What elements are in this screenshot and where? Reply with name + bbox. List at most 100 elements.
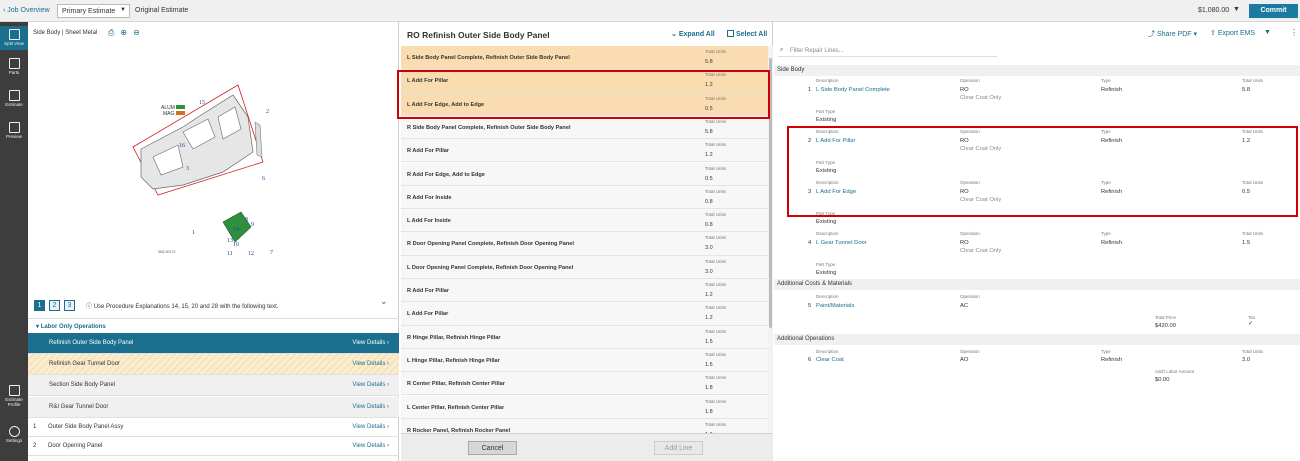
part-row[interactable]: 2 Door Opening Panel View Details › [28,437,399,456]
nav-preview[interactable]: Preview [0,122,28,139]
callout-3[interactable]: 3 [186,166,189,172]
total-units-value: 1.2 [705,152,713,159]
estimate-select[interactable]: Primary Estimate ▼ [57,4,130,18]
labor-only-title: Labor Only Operations [40,324,106,330]
diagram-code: 3N2-00173 [158,250,175,254]
callout-10[interactable]: 10 [233,242,239,248]
part-label: Outer Side Body Panel Assy [48,424,124,430]
addl-labor-label: Add'l Labor Amount [1155,369,1195,374]
operation-row[interactable]: R Side Body Panel Complete, Refinish Out… [401,115,768,140]
estimate-profile-icon [8,385,20,396]
callout-7[interactable]: 7 [270,250,273,256]
line-units: 3.0 [1242,357,1251,363]
nav-parts[interactable]: Parts [0,58,28,75]
total-units-value: 1.8 [705,385,713,392]
callout-15[interactable]: 15 [199,100,205,106]
callout-16[interactable]: 16 [179,143,185,149]
view-details-link[interactable]: View Details › [352,382,389,388]
line-operation-sub: Clear Coat Only [960,95,1002,101]
line-description-link[interactable]: Clear Coat [816,357,844,363]
cancel-button[interactable]: Cancel [468,441,517,455]
total-units-label: Total Units [705,375,727,381]
labor-only-section-header[interactable]: ▾ Labor Only Operations [28,318,399,334]
select-all-checkbox[interactable]: Select All [727,30,767,38]
tax-check-icon: ✓ [1248,321,1253,327]
operation-row[interactable]: L Add For Inside Total Units 0.8 [401,209,768,233]
print-icon[interactable]: ⎙ [108,28,114,37]
nav-split-view[interactable]: Split View [0,26,28,50]
callout-12[interactable]: 12 [248,251,254,257]
view-details-link[interactable]: View Details › [352,424,389,430]
operation-row[interactable]: R Hinge Pillar, Refinish Hinge Pillar Tot… [401,325,768,349]
labor-op-refinish-gear-tunnel[interactable]: Refinish Gear Tunnel Door View Details › [28,354,399,375]
view-details-link[interactable]: View Details › [352,404,389,410]
line-description-link[interactable]: L Side Body Panel Complete [816,87,890,93]
callout-11[interactable]: 11 [227,251,233,257]
total-units-label: Total Units [705,328,727,334]
page-button-1[interactable]: 1 [34,300,45,311]
share-pdf-button[interactable]: ⤴ Share PDF ▾ [1148,29,1197,39]
collapse-chevron-icon[interactable]: ⌄ [380,296,388,307]
callout-1[interactable]: 1 [192,230,195,236]
operation-row[interactable]: R Add For Pillar Total Units 1.2 [401,279,768,303]
part-type-value: Existing [816,117,837,123]
zoom-out-icon[interactable]: ⊖ [133,28,140,37]
operation-row[interactable]: L Hinge Pillar, Refinish Hinge Pillar Tot… [401,348,768,373]
operation-row[interactable]: L Side Body Panel Complete, Refinish Out… [401,46,768,70]
part-number: 2 [33,443,37,449]
labor-op-section-side-body[interactable]: Section Side Body Panel View Details › [28,375,399,396]
operation-row[interactable]: R Door Opening Panel Complete, Refinish … [401,232,768,256]
view-details-link[interactable]: View Details › [352,361,389,367]
export-dropdown-icon[interactable]: ▼ [1264,29,1271,36]
expand-all-button[interactable]: ⌄ Expand All [671,30,715,38]
addl-labor-value: $0.00 [1155,377,1170,383]
nav-settings[interactable]: Settings [0,426,28,443]
line-units: 5.8 [1242,87,1251,93]
view-details-link[interactable]: View Details › [352,340,389,346]
part-type-value: Existing [816,270,837,276]
labor-op-ri-gear-tunnel[interactable]: R&I Gear Tunnel Door View Details › [28,397,399,418]
callout-2[interactable]: 2 [266,109,269,115]
job-overview-link[interactable]: ‹ Job Overview [3,7,50,14]
callout-8[interactable]: 8 [245,217,248,223]
line-description-link[interactable]: Paint/Materials [816,303,854,309]
part-row[interactable]: 1 Outer Side Body Panel Assy View Details … [28,418,399,437]
operation-row[interactable]: R Add For Edge, Add to Edge Total Units 0.… [401,162,768,186]
callout-6[interactable]: 6 [262,176,265,182]
page-button-2[interactable]: 2 [49,300,60,311]
line-description-link[interactable]: L Gear Tunnel Door [816,240,867,246]
labor-op-refinish-outer[interactable]: Refinish Outer Side Body Panel View Detai… [28,333,399,354]
export-ems-button[interactable]: ⇪ Export EMS [1210,29,1255,37]
operation-row[interactable]: R Add For Inside Total Units 0.8 [401,185,768,210]
view-details-label: View Details [352,443,386,449]
operations-footer: Cancel Add Line [401,433,773,461]
line-number: 6 [808,357,812,363]
operation-row[interactable]: L Door Opening Panel Complete, Refinish … [401,255,768,279]
operation-row[interactable]: R Center Pillar, Refinish Center Pillar T… [401,372,768,396]
operation-row[interactable]: R Add For Pillar Total Units 1.2 [401,139,768,163]
parts-diagram[interactable]: ALUM MAG 15 16 3 2 4 5 6 1 8 14 9 13 10 … [123,77,273,257]
operation-name: R Side Body Panel Complete, Refinish Out… [407,124,571,131]
description-label: Description [816,231,839,236]
parts-panel: Side Body | Sheet Metal ⎙ ⊕ ⊖ ALUM MAG 15 … [28,22,399,461]
view-details-link[interactable]: View Details › [352,443,389,449]
filter-input[interactable]: ⌕ Filter Repair Lines... [778,46,997,57]
add-line-button[interactable]: Add Line [654,441,703,455]
operation-row[interactable]: R Rocker Panel, Refinish Rocker Panel Tot… [401,418,768,433]
page-button-3[interactable]: 3 [64,300,75,311]
nav-estimate-profile[interactable]: Estimate Profile [0,385,28,407]
callout-9[interactable]: 9 [251,222,254,228]
operation-label: Operation [960,294,980,299]
operations-panel: RO Refinish Outer Side Body Panel ⌄ Expa… [397,22,773,461]
total-dropdown-icon[interactable]: ▼ [1233,6,1240,13]
commit-button[interactable]: Commit [1249,4,1298,18]
zoom-in-icon[interactable]: ⊕ [120,28,127,37]
operation-row[interactable]: L Add For Pillar Total Units 1.2 [401,302,768,326]
nav-estimate[interactable]: Estimate [0,90,28,107]
nav-estimate-profile-label: Estimate Profile [5,397,23,407]
more-options-icon[interactable]: ⋮ [1290,28,1298,37]
line-operation: AO [960,357,969,363]
operation-row[interactable]: L Center Pillar, Refinish Center Pillar T… [401,395,768,419]
original-estimate-link[interactable]: Original Estimate [135,7,188,14]
callout-14[interactable]: 14 [233,227,239,233]
